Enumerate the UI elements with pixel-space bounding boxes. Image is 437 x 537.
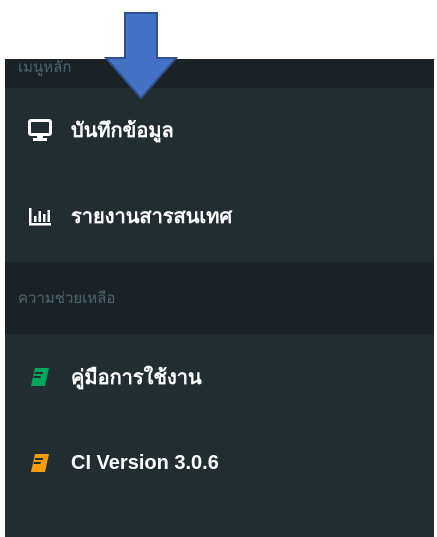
sidebar-menu: เมนูหลัก บันทึกข้อมูล รายงานสารสนเทศ ควา… bbox=[5, 59, 434, 537]
sidebar-item-label: รายงานสารสนเทศ bbox=[71, 204, 233, 228]
sidebar-item-report[interactable]: รายงานสารสนเทศ bbox=[5, 176, 434, 256]
sidebar-header-main: เมนูหลัก bbox=[5, 59, 434, 88]
sidebar-item-label: คู่มือการใช้งาน bbox=[71, 365, 202, 389]
sidebar-item-user-manual[interactable]: คู่มือการใช้งาน bbox=[5, 337, 434, 417]
sidebar-item-record-data[interactable]: บันทึกข้อมูล bbox=[5, 90, 434, 170]
arrow-down-icon bbox=[104, 12, 178, 100]
sidebar-item-label: CI Version 3.0.6 bbox=[71, 451, 219, 474]
book-icon bbox=[27, 365, 53, 389]
sidebar-header-help-label: ความช่วยเหลือ bbox=[18, 289, 116, 307]
bar-chart-icon bbox=[27, 204, 53, 228]
desktop-icon bbox=[27, 118, 53, 142]
sidebar-header-help: ความช่วยเหลือ bbox=[5, 262, 434, 334]
book-icon bbox=[27, 451, 53, 475]
sidebar-header-main-label: เมนูหลัก bbox=[18, 59, 72, 76]
sidebar-item-label: บันทึกข้อมูล bbox=[71, 118, 174, 142]
sidebar-item-ci-version[interactable]: CI Version 3.0.6 bbox=[5, 423, 434, 503]
